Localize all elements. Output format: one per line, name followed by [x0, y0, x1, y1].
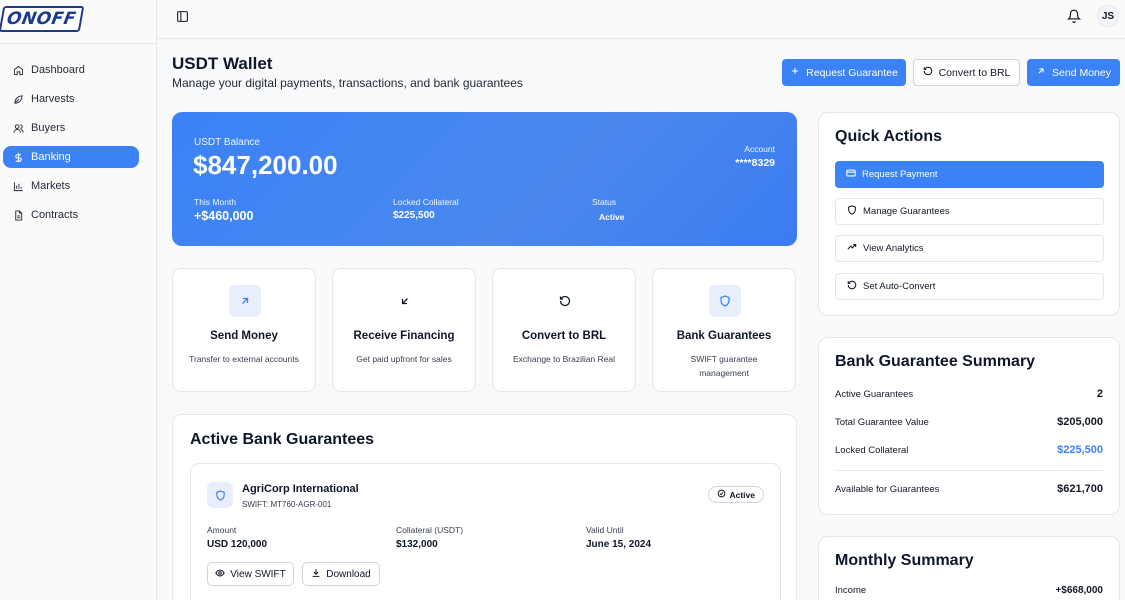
notification-bell-icon[interactable] — [1066, 9, 1082, 23]
monthly-summary-panel: Monthly Summary Income +$668,000 — [818, 536, 1120, 600]
sidebar: ONOFF Dashboard Harvests Buyers Banking … — [0, 0, 157, 600]
rotate-icon — [549, 285, 581, 317]
account-number: ****8329 — [735, 157, 775, 169]
users-icon — [12, 122, 24, 134]
sidebar-item-label: Banking — [31, 151, 71, 163]
send-money-card[interactable]: Send Money Transfer to external accounts — [172, 268, 316, 392]
section-title: Monthly Summary — [835, 552, 974, 569]
locked-collateral-value: $225,500 — [393, 210, 435, 221]
balance-amount: $847,200.00 — [193, 150, 338, 180]
receive-financing-card[interactable]: Receive Financing Get paid upfront for s… — [332, 268, 476, 392]
amount-label: Amount — [207, 525, 237, 535]
view-swift-button[interactable]: View SWIFT — [207, 562, 294, 586]
dollar-icon — [12, 151, 24, 163]
sidebar-item-contracts[interactable]: Contracts — [3, 204, 139, 226]
sidebar-item-banking[interactable]: Banking — [3, 146, 139, 168]
shield-icon — [847, 205, 857, 218]
trending-up-icon — [847, 242, 857, 255]
shield-icon — [207, 482, 233, 508]
status-label: Status — [592, 197, 617, 207]
avatar[interactable]: JS — [1097, 5, 1119, 27]
balance-card: USDT Balance $847,200.00 Account ****832… — [172, 112, 797, 246]
status-value: Active — [599, 212, 625, 222]
request-payment-button[interactable]: Request Payment — [835, 161, 1104, 188]
arrow-down-left-icon — [389, 285, 421, 317]
sidebar-toggle-icon[interactable] — [176, 10, 189, 23]
leaf-icon — [12, 93, 24, 105]
valid-until-value: June 15, 2024 — [586, 539, 652, 550]
sidebar-item-label: Contracts — [31, 209, 79, 221]
summary-row: Locked Collateral $225,500 — [835, 444, 1103, 456]
manage-guarantees-button[interactable]: Manage Guarantees — [835, 198, 1104, 225]
section-title: Bank Guarantee Summary — [835, 353, 1036, 370]
sidebar-item-harvests[interactable]: Harvests — [3, 88, 139, 110]
amount-value: USD 120,000 — [207, 539, 268, 550]
convert-to-brl-card[interactable]: Convert to BRL Exchange to Brazilian Rea… — [492, 268, 636, 392]
guarantee-swift-code: SWIFT: MT760-AGR-001 — [242, 500, 332, 509]
collateral-value: $132,000 — [396, 539, 438, 550]
eye-icon — [215, 568, 226, 581]
sidebar-item-buyers[interactable]: Buyers — [3, 117, 139, 139]
set-auto-convert-button[interactable]: Set Auto-Convert — [835, 273, 1104, 300]
balance-label: USDT Balance — [194, 137, 260, 148]
view-analytics-button[interactable]: View Analytics — [835, 235, 1104, 262]
logo-text: ONOFF — [5, 9, 78, 29]
bank-guarantees-card[interactable]: Bank Guarantees SWIFT guarantee manageme… — [652, 268, 796, 392]
rotate-icon — [847, 280, 857, 293]
sidebar-item-label: Buyers — [31, 122, 66, 134]
account-label: Account — [744, 144, 775, 154]
shield-icon — [709, 285, 741, 317]
arrow-up-right-icon — [1036, 66, 1046, 79]
page-title: USDT Wallet — [172, 54, 273, 73]
status-badge: Active — [708, 486, 764, 503]
document-icon — [12, 209, 24, 221]
arrow-up-right-icon — [229, 285, 261, 317]
credit-card-icon — [846, 168, 856, 181]
download-button[interactable]: Download — [302, 562, 380, 586]
this-month-value: +$460,000 — [194, 209, 254, 223]
summary-row: Income +$668,000 — [835, 585, 1103, 596]
locked-collateral-label: Locked Collateral — [393, 197, 459, 207]
section-title: Quick Actions — [835, 128, 942, 145]
plus-icon — [790, 66, 800, 79]
convert-to-brl-button[interactable]: Convert to BRL — [913, 59, 1020, 86]
guarantee-card: AgriCorp International SWIFT: MT760-AGR-… — [190, 463, 781, 600]
topbar: JS — [157, 0, 1125, 39]
guarantee-name: AgriCorp International — [242, 483, 359, 495]
section-title: Active Bank Guarantees — [190, 431, 375, 448]
summary-row: Active Guarantees 2 — [835, 388, 1103, 400]
sidebar-nav: Dashboard Harvests Buyers Banking Market… — [0, 44, 156, 226]
this-month-label: This Month — [194, 197, 237, 207]
sidebar-item-label: Markets — [31, 180, 71, 192]
quick-actions-panel: Quick Actions Request Payment Manage Gua… — [818, 112, 1120, 316]
logo[interactable]: ONOFF — [0, 0, 156, 44]
send-money-button[interactable]: Send Money — [1027, 59, 1120, 86]
page-subtitle: Manage your digital payments, transactio… — [172, 76, 523, 90]
rotate-icon — [923, 66, 933, 79]
sidebar-item-label: Dashboard — [31, 64, 85, 76]
chart-icon — [12, 180, 24, 192]
sidebar-item-dashboard[interactable]: Dashboard — [3, 59, 139, 81]
sidebar-item-label: Harvests — [31, 93, 75, 105]
download-icon — [311, 568, 321, 581]
guarantee-summary-panel: Bank Guarantee Summary Active Guarantees… — [818, 337, 1120, 515]
summary-row: Available for Guarantees $621,700 — [835, 483, 1103, 495]
summary-row: Total Guarantee Value $205,000 — [835, 416, 1103, 428]
collateral-label: Collateral (USDT) — [396, 525, 464, 535]
divider — [835, 470, 1103, 471]
home-icon — [12, 64, 24, 76]
request-guarantee-button[interactable]: Request Guarantee — [782, 59, 906, 86]
active-guarantees-panel: Active Bank Guarantees AgriCorp Internat… — [172, 414, 797, 600]
sidebar-item-markets[interactable]: Markets — [3, 175, 139, 197]
check-circle-icon — [717, 489, 726, 500]
valid-until-label: Valid Until — [586, 525, 624, 535]
